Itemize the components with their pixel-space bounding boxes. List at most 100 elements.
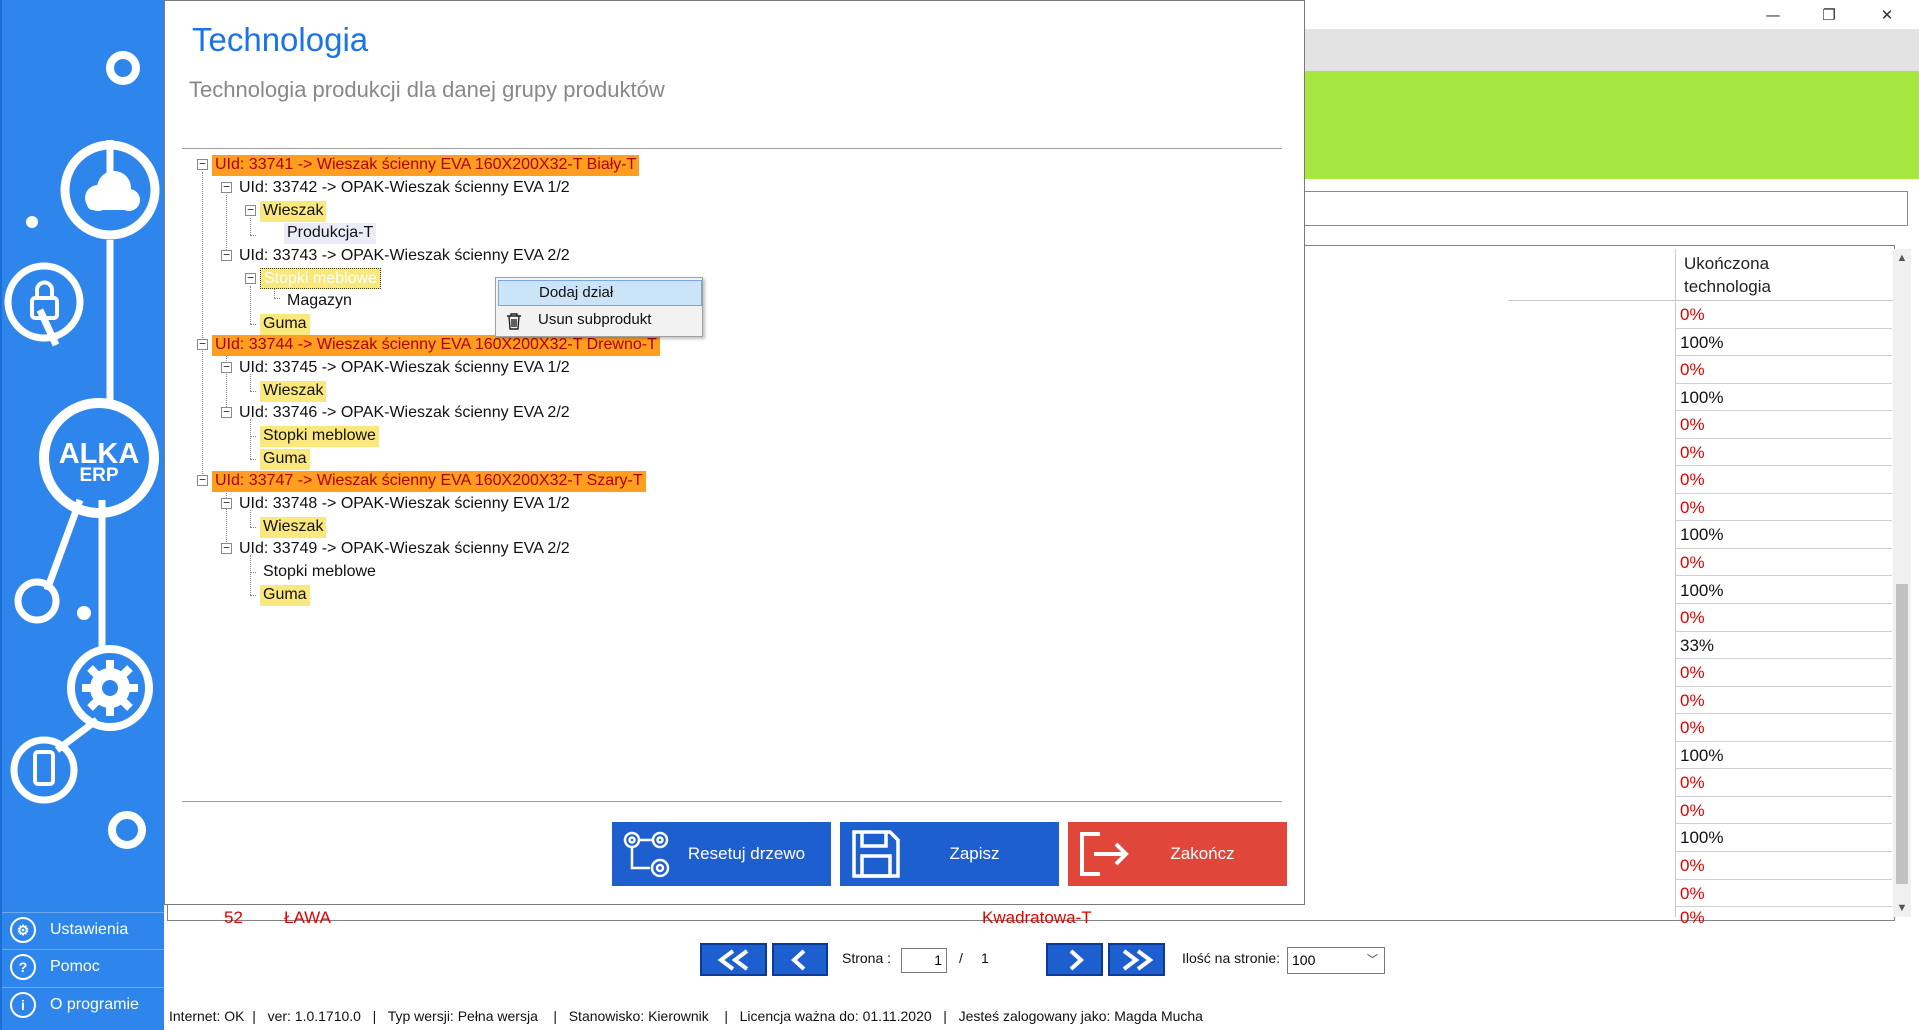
tree-node-package[interactable]: UId: 33748 -> OPAK-Wieszak ścienny EVA 1…	[236, 494, 573, 515]
status-bar: Internet: OK | ver: 1.0.1710.0 | Typ wer…	[169, 1008, 1203, 1024]
grid-cell-completed-technology[interactable]: 100%	[1676, 577, 1892, 604]
grid-cell-completed-technology[interactable]: 0%	[1676, 356, 1892, 384]
chevron-down-icon: ﹀	[1367, 954, 1378, 966]
collapse-icon[interactable]: −	[221, 406, 232, 418]
close-button[interactable]: ✕	[1864, 0, 1910, 29]
grid-cell-completed-technology[interactable]: 0%	[1676, 301, 1892, 329]
grid-cell-completed-technology[interactable]: 0%	[1676, 852, 1892, 880]
collapse-icon[interactable]: −	[197, 338, 208, 350]
grid-cell-completed-technology[interactable]: 33%	[1676, 632, 1892, 660]
grid-cell-completed-technology[interactable]: 0%	[1676, 659, 1892, 687]
cloud-icon	[85, 171, 140, 211]
finish-button[interactable]: Zakończ	[1068, 822, 1287, 886]
tree-node-component[interactable]: Guma	[260, 585, 310, 606]
tree-node-component[interactable]: Guma	[260, 449, 310, 470]
grid-cell-completed-technology[interactable]: 0%	[1676, 439, 1892, 467]
collapse-icon[interactable]: −	[245, 272, 256, 284]
collapse-icon[interactable]: −	[221, 497, 232, 509]
collapse-icon[interactable]: −	[197, 474, 208, 486]
tree-node-package[interactable]: UId: 33746 -> OPAK-Wieszak ścienny EVA 2…	[236, 403, 573, 424]
grid-cell-completed-technology[interactable]: 0%	[1676, 687, 1892, 715]
collapse-icon[interactable]: −	[245, 204, 256, 216]
tree-node-department[interactable]: Magazyn	[284, 291, 355, 312]
context-item-remove-subproduct[interactable]: Usun subprodukt	[498, 308, 702, 334]
sidebar-item-about[interactable]: i O programie	[2, 987, 164, 1022]
scroll-up-icon[interactable]: ▲	[1893, 249, 1911, 267]
grid-cell-completed-technology[interactable]: 0%	[1676, 714, 1892, 742]
page-number-input[interactable]: 1	[901, 948, 947, 973]
next-page-button[interactable]	[1046, 943, 1103, 976]
finish-label: Zakończ	[1170, 844, 1235, 863]
tree-node-product[interactable]: UId: 33747 -> Wieszak ścienny EVA 160X20…	[212, 471, 646, 492]
first-page-button[interactable]	[700, 943, 767, 976]
grid-header-line1: Ukończona	[1684, 254, 1770, 273]
dialog-subtitle: Technologia produkcji dla danej grupy pr…	[189, 77, 665, 102]
prev-page-button[interactable]	[772, 943, 828, 976]
context-item-add-department[interactable]: Dodaj dział	[498, 280, 702, 306]
sidebar-item-help[interactable]: ? Pomoc	[2, 949, 164, 984]
tree-node-product[interactable]: UId: 33741 -> Wieszak ścienny EVA 160X20…	[212, 155, 640, 176]
grid-cell-completed-technology[interactable]: 0%	[1676, 411, 1892, 439]
tree-node-component[interactable]: Wieszak	[260, 201, 327, 222]
reset-tree-label: Resetuj drzewo	[687, 844, 806, 863]
collapse-icon[interactable]: −	[221, 249, 232, 261]
gear-icon	[82, 660, 138, 716]
info-icon: i	[10, 992, 36, 1018]
settings-icon: ⚙	[10, 917, 36, 943]
grid-partial-row-variant: Kwadratowa-T	[982, 908, 1092, 927]
grid-cell-completed-technology[interactable]: 0%	[1676, 797, 1892, 825]
tree-node-component[interactable]: Wieszak	[260, 517, 327, 538]
grid-cell-completed-technology[interactable]: 100%	[1676, 329, 1892, 357]
grid-partial-row-name: ŁAWA	[284, 908, 331, 927]
tree-node-product[interactable]: UId: 33744 -> Wieszak ścienny EVA 160X20…	[212, 335, 660, 356]
grid-cell-completed-technology[interactable]: 0%	[1676, 494, 1892, 522]
tree-node-package[interactable]: UId: 33743 -> OPAK-Wieszak ścienny EVA 2…	[236, 246, 573, 267]
dialog-title: Technologia	[192, 21, 369, 58]
grid-cell-completed-technology[interactable]: 0%	[1676, 466, 1892, 494]
chevron-right-icon	[1069, 949, 1084, 970]
context-item-label: Usun subprodukt	[538, 311, 652, 328]
tree-node-component[interactable]: Stopki meblowe	[260, 426, 379, 447]
last-page-button[interactable]	[1108, 943, 1165, 976]
divider	[182, 148, 1282, 149]
page-separator: /	[959, 950, 963, 966]
total-pages: 1	[981, 950, 989, 966]
scroll-down-icon[interactable]: ▼	[1893, 899, 1911, 917]
tree-node-package[interactable]: UId: 33742 -> OPAK-Wieszak ścienny EVA 1…	[236, 178, 573, 199]
grid-cell-completed-technology[interactable]: 0%	[1676, 880, 1892, 908]
save-button[interactable]: Zapisz	[840, 822, 1059, 886]
context-menu: Dodaj dział Usun subprodukt	[495, 277, 703, 337]
background-green-banner	[1304, 71, 1919, 179]
sidebar: ALKA ERP ⚙ Ustawienia ? Pomoc i O progra…	[0, 0, 164, 1030]
collapse-icon[interactable]: −	[221, 542, 232, 554]
grid-cell-completed-technology[interactable]: 0%	[1676, 549, 1892, 577]
per-page-value: 100	[1292, 952, 1316, 968]
tree-node-package[interactable]: UId: 33745 -> OPAK-Wieszak ścienny EVA 1…	[236, 358, 573, 379]
tree-node-component-selected[interactable]: Stopki meblowe	[260, 268, 381, 289]
reset-tree-button[interactable]: Resetuj drzewo	[612, 822, 831, 886]
tree-node-component[interactable]: Guma	[260, 314, 310, 335]
grid-cell-completed-technology[interactable]: 0%	[1676, 604, 1892, 632]
restore-button[interactable]: ❐	[1806, 0, 1852, 29]
scroll-thumb[interactable]	[1896, 584, 1908, 884]
grid-cell-completed-technology[interactable]: 100%	[1676, 384, 1892, 412]
grid-cell-completed-technology[interactable]: 100%	[1676, 824, 1892, 852]
tree-node-package[interactable]: UId: 33749 -> OPAK-Wieszak ścienny EVA 2…	[236, 539, 573, 560]
per-page-select[interactable]: 100 ﹀	[1287, 947, 1385, 974]
collapse-icon[interactable]: −	[221, 361, 232, 373]
grid-cell-completed-technology[interactable]: 100%	[1676, 742, 1892, 770]
background-search-field[interactable]	[1304, 191, 1908, 226]
grid-header-completed-technology[interactable]: Ukończona technologia	[1508, 249, 1894, 301]
grid-scrollbar[interactable]: ▲ ▼	[1893, 249, 1911, 917]
collapse-icon[interactable]: −	[197, 158, 208, 170]
sidebar-item-label: Ustawienia	[50, 921, 129, 938]
minimize-button[interactable]: —	[1750, 0, 1796, 29]
grid-cell-completed-technology[interactable]: 100%	[1676, 521, 1892, 549]
collapse-icon[interactable]: −	[221, 181, 232, 193]
tree-node-component[interactable]: Wieszak	[260, 381, 327, 402]
tree-node-component[interactable]: Stopki meblowe	[260, 562, 379, 583]
technology-dialog: Technologia Technologia produkcji dla da…	[164, 0, 1305, 905]
sidebar-item-settings[interactable]: ⚙ Ustawienia	[2, 912, 164, 947]
tree-node-department[interactable]: Produkcja-T	[284, 223, 377, 244]
grid-cell-completed-technology[interactable]: 0%	[1676, 769, 1892, 797]
